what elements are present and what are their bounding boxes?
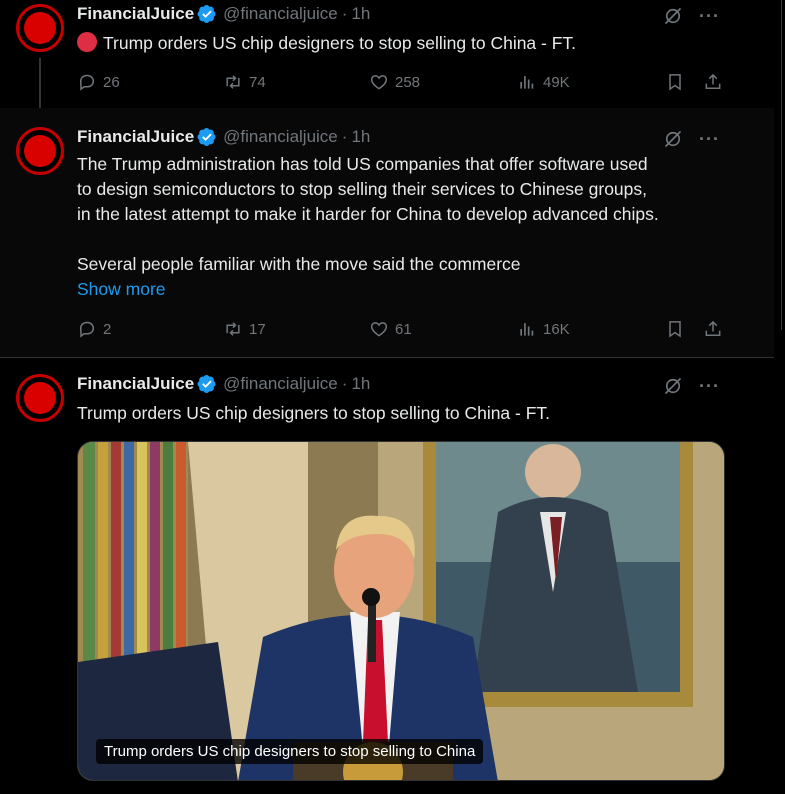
repost-count: 74 [249, 73, 266, 91]
tweet-media-video[interactable]: Trump orders US chip designers to stop s… [77, 441, 725, 781]
separator-dot: · [341, 127, 348, 146]
reply-button[interactable]: 2 [77, 319, 111, 339]
avatar[interactable] [16, 374, 64, 422]
tweet-text: Trump orders US chip designers to stop s… [77, 403, 551, 423]
tweet-text: Trump orders US chip designers to stop s… [77, 31, 727, 56]
tweet-text-line: to design semiconductors to stop selling… [77, 179, 648, 199]
avatar[interactable] [16, 127, 64, 175]
separator-dot: · [341, 4, 348, 23]
verified-badge-icon [197, 127, 217, 147]
reply-button[interactable]: 26 [77, 72, 120, 92]
avatar[interactable] [16, 4, 64, 52]
views-icon [517, 72, 537, 92]
like-count: 258 [395, 73, 421, 91]
bookmark-icon [665, 72, 685, 92]
timeline-feed: FinancialJuice @financialjuice · 1h ··· … [0, 0, 774, 794]
like-icon [369, 72, 389, 92]
author-name[interactable]: FinancialJuice [77, 4, 194, 24]
separator-dot: · [341, 374, 348, 393]
show-more-link[interactable]: Show more [77, 279, 166, 300]
share-icon [703, 319, 723, 339]
author-name[interactable]: FinancialJuice [77, 374, 194, 394]
tweet-top-icons: ··· [663, 129, 720, 149]
bookmark-button[interactable] [665, 319, 691, 339]
verified-badge-icon [197, 374, 217, 394]
tweet-text: The Trump administration has told US com… [77, 152, 727, 277]
tweet-actions: 2 17 61 16K [77, 319, 727, 343]
timestamp[interactable]: 1h [351, 374, 370, 394]
tweet-header: FinancialJuice @financialjuice · 1h [77, 127, 370, 147]
repost-button[interactable]: 74 [223, 72, 266, 92]
reply-count: 26 [103, 73, 120, 91]
author-name[interactable]: FinancialJuice [77, 127, 194, 147]
more-icon[interactable]: ··· [699, 130, 720, 148]
share-button[interactable] [703, 319, 729, 339]
red-circle-icon [77, 32, 97, 52]
tweet-header: FinancialJuice @financialjuice · 1h [77, 4, 370, 24]
reply-icon [77, 319, 97, 339]
tweet-text-line: in the latest attempt to make it harder … [77, 204, 659, 224]
media-thumbnail [78, 442, 724, 780]
bookmark-button[interactable] [665, 72, 691, 92]
tweet-text-line: Several people familiar with the move sa… [77, 254, 521, 274]
author-handle[interactable]: @financialjuice [223, 127, 338, 147]
bookmark-icon [665, 319, 685, 339]
timestamp[interactable]: 1h [351, 4, 370, 24]
share-icon [703, 72, 723, 92]
grok-icon[interactable] [663, 376, 683, 396]
like-button[interactable]: 61 [369, 319, 412, 339]
like-count: 61 [395, 320, 412, 338]
views-icon [517, 319, 537, 339]
avatar-logo [24, 382, 56, 414]
reply-icon [77, 72, 97, 92]
tweet-header: FinancialJuice @financialjuice · 1h [77, 374, 370, 394]
sidebar-divider [775, 0, 785, 794]
scroll-track[interactable] [781, 0, 782, 330]
more-icon[interactable]: ··· [699, 377, 720, 395]
grok-icon[interactable] [663, 129, 683, 149]
repost-count: 17 [249, 320, 266, 338]
author-handle[interactable]: @financialjuice [223, 4, 338, 24]
reply-count: 2 [103, 320, 112, 338]
grok-icon[interactable] [663, 6, 683, 26]
tweet[interactable]: FinancialJuice @financialjuice · 1h ··· … [0, 0, 774, 120]
more-icon[interactable]: ··· [699, 7, 720, 25]
repost-button[interactable]: 17 [223, 319, 266, 339]
author-handle[interactable]: @financialjuice [223, 374, 338, 394]
tweet-top-icons: ··· [663, 376, 720, 396]
media-caption: Trump orders US chip designers to stop s… [96, 739, 484, 764]
tweet[interactable]: FinancialJuice @financialjuice · 1h ··· … [0, 108, 774, 358]
tweet-top-icons: ··· [663, 6, 720, 26]
avatar-logo [24, 12, 56, 44]
like-icon [369, 319, 389, 339]
repost-icon [223, 319, 243, 339]
views-button[interactable]: 16K [517, 319, 570, 339]
view-count: 49K [543, 73, 570, 91]
tweet-text-content: Trump orders US chip designers to stop s… [103, 33, 577, 53]
tweet-text-line: The Trump administration has told US com… [77, 154, 648, 174]
views-button[interactable]: 49K [517, 72, 570, 92]
tweet-actions: 26 74 258 49K [77, 72, 727, 96]
like-button[interactable]: 258 [369, 72, 420, 92]
repost-icon [223, 72, 243, 92]
view-count: 16K [543, 320, 570, 338]
avatar-logo [24, 135, 56, 167]
share-button[interactable] [703, 72, 729, 92]
timestamp[interactable]: 1h [351, 127, 370, 147]
tweet[interactable]: FinancialJuice @financialjuice · 1h ··· … [0, 358, 774, 794]
verified-badge-icon [197, 4, 217, 24]
